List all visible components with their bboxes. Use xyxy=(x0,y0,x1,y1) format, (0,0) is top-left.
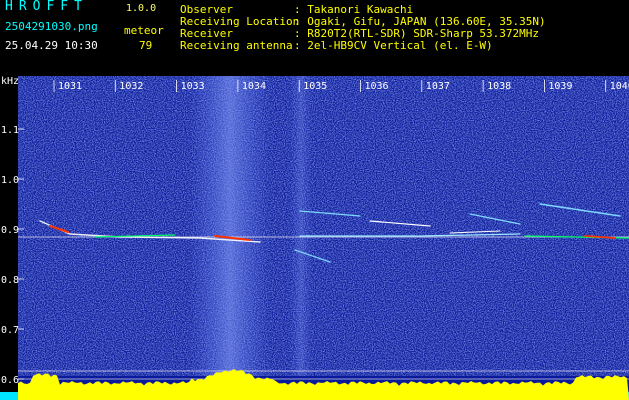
freq-label: 0.8 xyxy=(1,275,19,286)
minute-label: 1040 xyxy=(610,81,629,92)
minute-label: 1032 xyxy=(119,81,143,92)
minute-label: 1033 xyxy=(181,81,205,92)
noise-band xyxy=(190,76,270,376)
capture-timestamp: 25.04.29 10:30 xyxy=(5,39,98,52)
info-row-antenna: Receiving antenna: 2el-HB9CV Vertical (e… xyxy=(180,40,493,52)
minute-label: 1036 xyxy=(365,81,389,92)
minute-label: 1038 xyxy=(487,81,511,92)
app-version: 1.0.0 xyxy=(126,3,157,14)
info-value: 2el-HB9CV Vertical (el. E-W) xyxy=(307,39,493,52)
noise-band-2 xyxy=(290,76,312,376)
freq-label: 0.9 xyxy=(1,225,19,236)
meteor-label: meteor xyxy=(124,24,164,37)
app-logo: HROFFT xyxy=(5,0,88,14)
info-sep: : xyxy=(294,39,308,52)
freq-label: 1.0 xyxy=(1,175,19,186)
freq-label: 0.7 xyxy=(1,325,19,336)
minute-label: 1035 xyxy=(303,81,327,92)
minute-label: 1031 xyxy=(58,81,82,92)
meteor-count: 79 xyxy=(139,39,153,52)
freq-label: 0.6 xyxy=(1,375,19,386)
noise-layer xyxy=(18,76,629,376)
minute-label: 1039 xyxy=(548,81,572,92)
freq-label: 1.1 xyxy=(1,125,19,136)
header-panel: HROFFT 1.0.0 2504291030.png 25.04.29 10:… xyxy=(0,0,629,75)
info-key: Receiving antenna xyxy=(180,39,293,52)
spectrogram: 1.1 1.0 0.9 0.8 0.7 0.6 kHz 1031 1032 1033 1034 1… xyxy=(0,76,629,400)
khz-label: kHz xyxy=(1,76,19,87)
file-name: 2504291030.png xyxy=(5,20,98,33)
minute-label: 1037 xyxy=(426,81,450,92)
minute-label: 1034 xyxy=(242,81,266,92)
